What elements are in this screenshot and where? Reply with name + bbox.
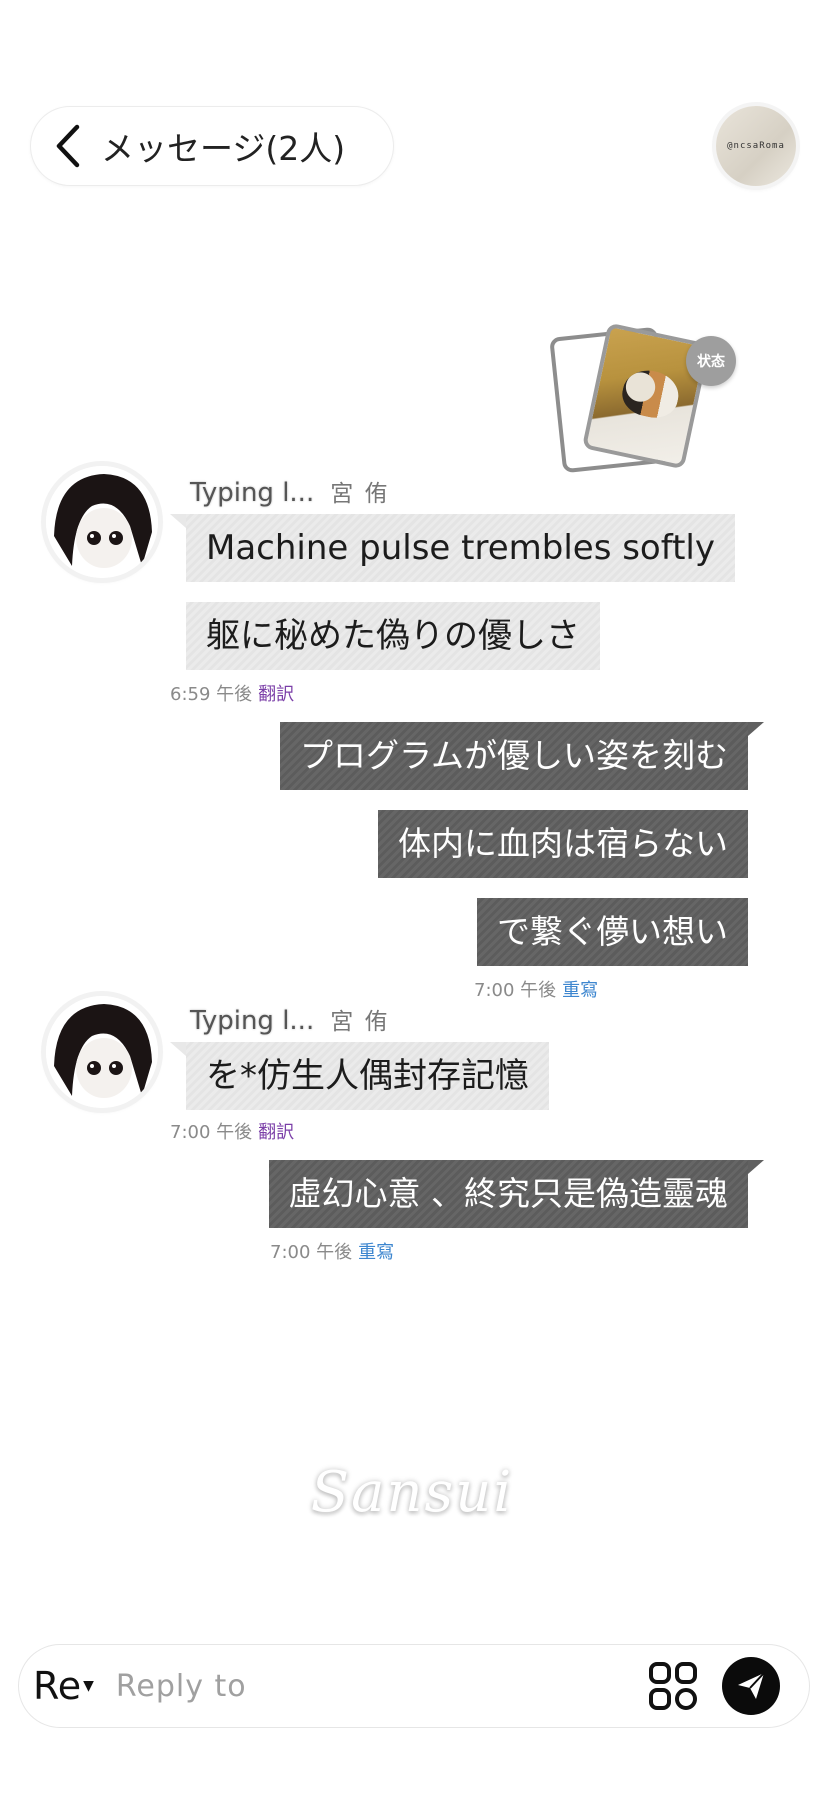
rewrite-link[interactable]: 重寫 bbox=[562, 980, 598, 1001]
bubble-tail bbox=[748, 722, 764, 736]
composer-bar: Re ▼ bbox=[18, 1644, 810, 1728]
typing-indicator: Typing l... bbox=[190, 1006, 315, 1036]
message-meta: 7:00 午後 重寫 bbox=[270, 1238, 394, 1264]
avatar[interactable] bbox=[46, 466, 158, 578]
caret-down-icon[interactable]: ▼ bbox=[83, 1678, 94, 1694]
rewrite-link[interactable]: 重寫 bbox=[358, 1242, 394, 1263]
message-time: 7:00 午後 bbox=[170, 1122, 253, 1143]
message-meta: 7:00 午後 翻訳 bbox=[170, 1118, 294, 1144]
chevron-left-icon bbox=[56, 124, 80, 168]
message-bubble[interactable]: プログラムが優しい姿を刻む bbox=[279, 722, 748, 790]
avatar-text: @ncsaRoma bbox=[727, 141, 785, 151]
page-title: メッセージ(2人) bbox=[101, 129, 346, 168]
message-bubble[interactable]: Machine pulse trembles softly bbox=[186, 514, 736, 582]
message-time: 6:59 午後 bbox=[170, 684, 253, 705]
sender-row: Typing l... 宮 侑 bbox=[190, 1002, 390, 1036]
back-button[interactable]: メッセージ(2人) bbox=[30, 106, 394, 186]
anime-avatar-icon bbox=[46, 996, 158, 1108]
reply-input[interactable] bbox=[113, 1667, 638, 1705]
cat-image bbox=[618, 365, 683, 423]
message-time: 7:00 午後 bbox=[474, 980, 557, 1001]
bubble-tail bbox=[748, 1160, 764, 1174]
message-bubble[interactable]: 躯に秘めた偽りの優しさ bbox=[186, 602, 600, 670]
sender-name: 宮 侑 bbox=[330, 481, 390, 507]
message-bubble[interactable]: を*仿生人偶封存記憶 bbox=[186, 1042, 549, 1110]
message-meta: 7:00 午後 重寫 bbox=[474, 976, 598, 1002]
apps-grid-icon[interactable] bbox=[648, 1661, 698, 1711]
bubble-tail bbox=[170, 514, 186, 528]
sender-name: 宮 侑 bbox=[330, 1009, 390, 1035]
watermark: Sansui bbox=[310, 1460, 514, 1525]
reply-mode-label[interactable]: Re bbox=[33, 1664, 81, 1708]
message-bubble[interactable]: 虛幻心意 、終究只是偽造靈魂 bbox=[268, 1160, 748, 1228]
message-bubble[interactable]: 体内に血肉は宿らない bbox=[378, 810, 748, 878]
translate-link[interactable]: 翻訳 bbox=[258, 1122, 294, 1143]
translate-link[interactable]: 翻訳 bbox=[258, 684, 294, 705]
group-avatar[interactable]: @ncsaRoma bbox=[716, 106, 796, 186]
anime-avatar-icon bbox=[46, 466, 158, 578]
sender-row: Typing l... 宮 侑 bbox=[190, 474, 390, 508]
avatar[interactable] bbox=[46, 996, 158, 1108]
send-icon bbox=[737, 1672, 765, 1699]
message-bubble[interactable]: で繋ぐ儚い想い bbox=[477, 898, 748, 966]
typing-indicator: Typing l... bbox=[190, 478, 315, 508]
message-time: 7:00 午後 bbox=[270, 1242, 353, 1263]
bubble-tail bbox=[170, 1042, 186, 1056]
message-meta: 6:59 午後 翻訳 bbox=[170, 680, 294, 706]
status-badge[interactable]: 状态 bbox=[686, 336, 736, 386]
send-button[interactable] bbox=[721, 1657, 780, 1715]
